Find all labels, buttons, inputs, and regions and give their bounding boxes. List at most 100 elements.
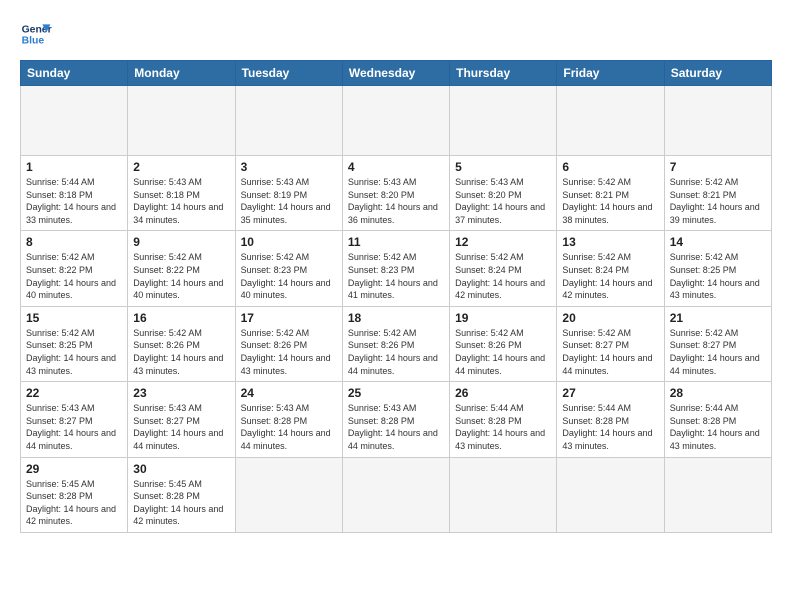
calendar-cell-1-6: 7 Sunrise: 5:42 AMSunset: 8:21 PMDaylight… — [664, 156, 771, 231]
calendar-cell-4-3: 25Sunrise: 5:43 AMSunset: 8:28 PMDayligh… — [342, 382, 449, 457]
day-number: 22 — [26, 386, 122, 400]
calendar-cell-3-6: 21Sunrise: 5:42 AMSunset: 8:27 PMDayligh… — [664, 306, 771, 381]
day-info: Sunrise: 5:43 AMSunset: 8:28 PMDaylight:… — [241, 402, 337, 452]
calendar-cell-4-0: 22Sunrise: 5:43 AMSunset: 8:27 PMDayligh… — [21, 382, 128, 457]
calendar-cell-1-4: 5 Sunrise: 5:43 AMSunset: 8:20 PMDaylight… — [450, 156, 557, 231]
day-info: Sunrise: 5:42 AMSunset: 8:27 PMDaylight:… — [562, 327, 658, 377]
calendar-cell-5-2 — [235, 457, 342, 532]
day-number: 19 — [455, 311, 551, 325]
day-number: 14 — [670, 235, 766, 249]
calendar-cell-5-1: 30 Sunrise: 5:45 AMSunset: 8:28 PMDayligh… — [128, 457, 235, 532]
weekday-header-row: SundayMondayTuesdayWednesdayThursdayFrid… — [21, 61, 772, 86]
day-number: 28 — [670, 386, 766, 400]
calendar-cell-0-1 — [128, 86, 235, 156]
calendar-cell-5-0: 29 Sunrise: 5:45 AMSunset: 8:28 PMDayligh… — [21, 457, 128, 532]
calendar-cell-0-0 — [21, 86, 128, 156]
day-info: Sunrise: 5:42 AMSunset: 8:26 PMDaylight:… — [241, 327, 337, 377]
day-number: 10 — [241, 235, 337, 249]
calendar-cell-3-5: 20 Sunrise: 5:42 AMSunset: 8:27 PMDayligh… — [557, 306, 664, 381]
calendar-cell-4-2: 24 Sunrise: 5:43 AMSunset: 8:28 PMDayligh… — [235, 382, 342, 457]
day-info: Sunrise: 5:44 AMSunset: 8:28 PMDaylight:… — [670, 402, 766, 452]
calendar-cell-4-5: 27 Sunrise: 5:44 AMSunset: 8:28 PMDayligh… — [557, 382, 664, 457]
calendar-cell-0-5 — [557, 86, 664, 156]
weekday-header-tuesday: Tuesday — [235, 61, 342, 86]
calendar-cell-0-6 — [664, 86, 771, 156]
day-info: Sunrise: 5:43 AMSunset: 8:19 PMDaylight:… — [241, 176, 337, 226]
day-number: 8 — [26, 235, 122, 249]
week-row-5: 29 Sunrise: 5:45 AMSunset: 8:28 PMDayligh… — [21, 457, 772, 532]
calendar-cell-2-6: 14Sunrise: 5:42 AMSunset: 8:25 PMDayligh… — [664, 231, 771, 306]
week-row-2: 8 Sunrise: 5:42 AMSunset: 8:22 PMDaylight… — [21, 231, 772, 306]
day-info: Sunrise: 5:42 AMSunset: 8:24 PMDaylight:… — [455, 251, 551, 301]
calendar-cell-1-5: 6 Sunrise: 5:42 AMSunset: 8:21 PMDaylight… — [557, 156, 664, 231]
day-info: Sunrise: 5:43 AMSunset: 8:18 PMDaylight:… — [133, 176, 229, 226]
day-info: Sunrise: 5:43 AMSunset: 8:20 PMDaylight:… — [348, 176, 444, 226]
calendar-cell-4-4: 26Sunrise: 5:44 AMSunset: 8:28 PMDayligh… — [450, 382, 557, 457]
day-number: 23 — [133, 386, 229, 400]
day-number: 7 — [670, 160, 766, 174]
week-row-3: 15Sunrise: 5:42 AMSunset: 8:25 PMDayligh… — [21, 306, 772, 381]
day-number: 18 — [348, 311, 444, 325]
header: General Blue — [20, 18, 772, 50]
calendar-cell-4-1: 23 Sunrise: 5:43 AMSunset: 8:27 PMDayligh… — [128, 382, 235, 457]
day-info: Sunrise: 5:44 AMSunset: 8:28 PMDaylight:… — [562, 402, 658, 452]
calendar-cell-4-6: 28 Sunrise: 5:44 AMSunset: 8:28 PMDayligh… — [664, 382, 771, 457]
day-info: Sunrise: 5:44 AMSunset: 8:28 PMDaylight:… — [455, 402, 551, 452]
day-info: Sunrise: 5:42 AMSunset: 8:24 PMDaylight:… — [562, 251, 658, 301]
day-number: 9 — [133, 235, 229, 249]
calendar-cell-1-2: 3 Sunrise: 5:43 AMSunset: 8:19 PMDaylight… — [235, 156, 342, 231]
calendar-cell-2-1: 9 Sunrise: 5:42 AMSunset: 8:22 PMDaylight… — [128, 231, 235, 306]
weekday-header-thursday: Thursday — [450, 61, 557, 86]
calendar-cell-2-5: 13Sunrise: 5:42 AMSunset: 8:24 PMDayligh… — [557, 231, 664, 306]
day-number: 3 — [241, 160, 337, 174]
day-number: 5 — [455, 160, 551, 174]
calendar-cell-5-3 — [342, 457, 449, 532]
calendar-cell-1-0: 1Sunrise: 5:44 AMSunset: 8:18 PMDaylight… — [21, 156, 128, 231]
calendar-cell-2-2: 10 Sunrise: 5:42 AMSunset: 8:23 PMDayligh… — [235, 231, 342, 306]
calendar-cell-3-4: 19 Sunrise: 5:42 AMSunset: 8:26 PMDayligh… — [450, 306, 557, 381]
day-number: 6 — [562, 160, 658, 174]
day-number: 15 — [26, 311, 122, 325]
day-number: 1 — [26, 160, 122, 174]
general-blue-logo-icon: General Blue — [20, 18, 52, 50]
day-number: 21 — [670, 311, 766, 325]
calendar-cell-0-4 — [450, 86, 557, 156]
calendar-cell-0-2 — [235, 86, 342, 156]
calendar-cell-3-3: 18Sunrise: 5:42 AMSunset: 8:26 PMDayligh… — [342, 306, 449, 381]
day-info: Sunrise: 5:42 AMSunset: 8:26 PMDaylight:… — [133, 327, 229, 377]
day-info: Sunrise: 5:42 AMSunset: 8:21 PMDaylight:… — [562, 176, 658, 226]
page: General Blue SundayMondayTuesdayWednesda… — [0, 0, 792, 612]
day-info: Sunrise: 5:42 AMSunset: 8:23 PMDaylight:… — [241, 251, 337, 301]
week-row-4: 22 Sunrise: 5:43 AMSunset: 8:27 PMDayligh… — [21, 382, 772, 457]
day-info: Sunrise: 5:42 AMSunset: 8:23 PMDaylight:… — [348, 251, 444, 301]
day-number: 2 — [133, 160, 229, 174]
weekday-header-saturday: Saturday — [664, 61, 771, 86]
day-info: Sunrise: 5:43 AMSunset: 8:20 PMDaylight:… — [455, 176, 551, 226]
calendar-cell-0-3 — [342, 86, 449, 156]
day-info: Sunrise: 5:43 AMSunset: 8:28 PMDaylight:… — [348, 402, 444, 452]
day-number: 27 — [562, 386, 658, 400]
day-info: Sunrise: 5:42 AMSunset: 8:22 PMDaylight:… — [26, 251, 122, 301]
day-number: 17 — [241, 311, 337, 325]
calendar-cell-5-6 — [664, 457, 771, 532]
day-number: 4 — [348, 160, 444, 174]
day-info: Sunrise: 5:45 AMSunset: 8:28 PMDaylight:… — [26, 478, 122, 528]
day-number: 24 — [241, 386, 337, 400]
day-info: Sunrise: 5:45 AMSunset: 8:28 PMDaylight:… — [133, 478, 229, 528]
day-number: 30 — [133, 462, 229, 476]
weekday-header-monday: Monday — [128, 61, 235, 86]
calendar-cell-5-4 — [450, 457, 557, 532]
logo: General Blue — [20, 18, 52, 50]
weekday-header-wednesday: Wednesday — [342, 61, 449, 86]
weekday-header-friday: Friday — [557, 61, 664, 86]
day-info: Sunrise: 5:42 AMSunset: 8:21 PMDaylight:… — [670, 176, 766, 226]
day-number: 20 — [562, 311, 658, 325]
day-number: 12 — [455, 235, 551, 249]
day-info: Sunrise: 5:42 AMSunset: 8:26 PMDaylight:… — [455, 327, 551, 377]
day-number: 29 — [26, 462, 122, 476]
day-info: Sunrise: 5:43 AMSunset: 8:27 PMDaylight:… — [133, 402, 229, 452]
calendar-cell-3-2: 17 Sunrise: 5:42 AMSunset: 8:26 PMDayligh… — [235, 306, 342, 381]
weekday-header-sunday: Sunday — [21, 61, 128, 86]
day-info: Sunrise: 5:42 AMSunset: 8:22 PMDaylight:… — [133, 251, 229, 301]
calendar-cell-1-3: 4 Sunrise: 5:43 AMSunset: 8:20 PMDaylight… — [342, 156, 449, 231]
